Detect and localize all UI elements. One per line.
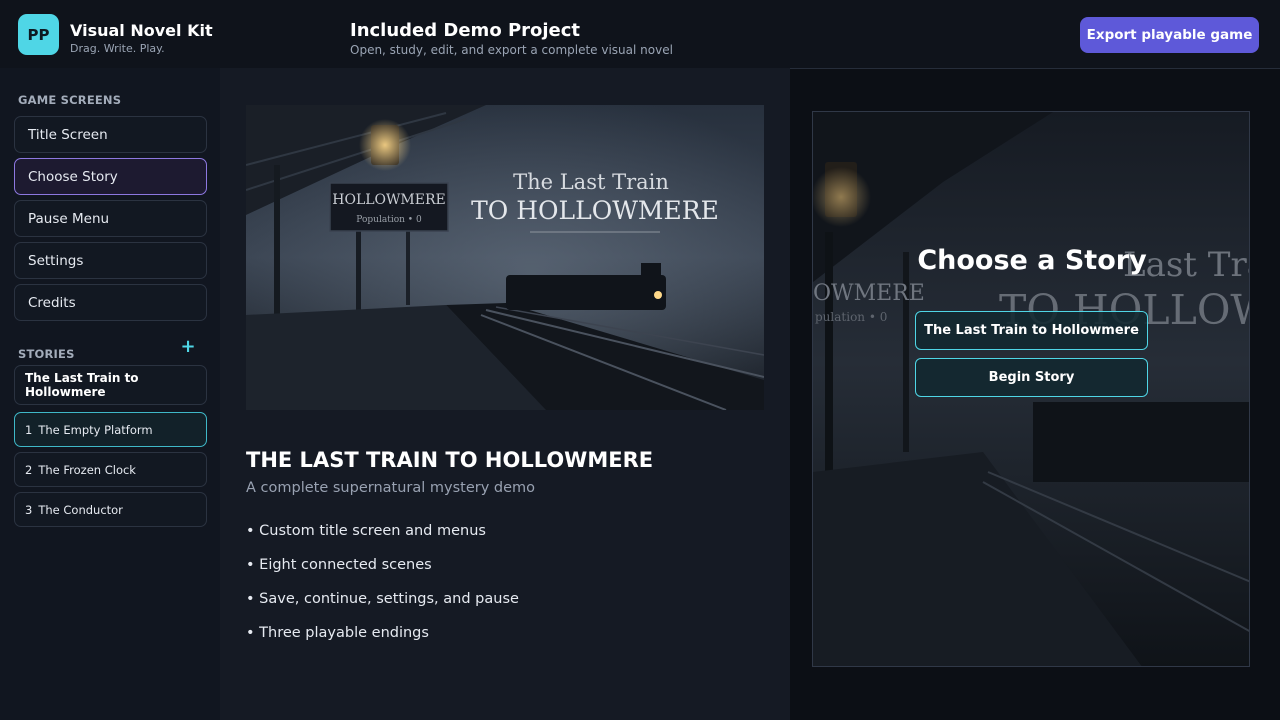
feature-item: • Eight connected scenes bbox=[246, 557, 432, 573]
export-game-button[interactable]: Export playable game bbox=[1080, 17, 1259, 53]
hero-sign-name: HOLLOWMERE bbox=[332, 192, 445, 208]
main-content: HOLLOWMERE Population • 0 The Last Train… bbox=[220, 68, 790, 720]
scene-label: The Conductor bbox=[38, 502, 123, 517]
screen-item-settings[interactable]: Settings bbox=[14, 242, 207, 279]
story-item[interactable]: The Last Train to Hollowmere bbox=[14, 365, 207, 405]
sidebar: GAME SCREENS Title Screen Choose Story P… bbox=[0, 68, 220, 720]
story-select-button[interactable]: The Last Train to Hollowmere bbox=[915, 311, 1148, 350]
scene-label: The Frozen Clock bbox=[38, 462, 136, 477]
preview-bg-sign-sub: pulation • 0 bbox=[815, 310, 887, 324]
feature-item: • Save, continue, settings, and pause bbox=[246, 591, 519, 607]
app-header: PP Visual Novel Kit Drag. Write. Play. I… bbox=[0, 0, 1280, 68]
project-subtitle: Open, study, edit, and export a complete… bbox=[350, 43, 673, 57]
feature-item: • Custom title screen and menus bbox=[246, 523, 486, 539]
project-title: Included Demo Project bbox=[350, 20, 581, 41]
preview-bg-sign-name: OWMERE bbox=[813, 281, 925, 306]
begin-story-button[interactable]: Begin Story bbox=[915, 358, 1148, 397]
app-subtitle: Drag. Write. Play. bbox=[70, 42, 165, 55]
scene-item[interactable]: 3 The Conductor bbox=[14, 492, 207, 527]
scene-number: 3 bbox=[25, 502, 33, 517]
game-screens-label: GAME SCREENS bbox=[18, 93, 122, 107]
scene-number: 2 bbox=[25, 462, 33, 477]
feature-item: • Three playable endings bbox=[246, 625, 429, 641]
stories-label: STORIES bbox=[18, 347, 75, 361]
story-subheading: A complete supernatural mystery demo bbox=[246, 480, 536, 496]
hero-title-line1: The Last Train bbox=[513, 170, 669, 194]
scene-item[interactable]: 1 The Empty Platform bbox=[14, 412, 207, 447]
add-story-button[interactable]: + bbox=[180, 338, 196, 356]
preview-title: Choose a Story bbox=[917, 245, 1147, 276]
app-logo: PP bbox=[18, 14, 59, 55]
screen-item-choose-story[interactable]: Choose Story bbox=[14, 158, 207, 195]
preview-panel: OWMERE pulation • 0 Last Tra TO HOLLOW C… bbox=[790, 68, 1280, 720]
screen-item-pause-menu[interactable]: Pause Menu bbox=[14, 200, 207, 237]
scene-number: 1 bbox=[25, 422, 33, 437]
hero-title-line2: TO HOLLOWMERE bbox=[471, 196, 719, 225]
story-heading: THE LAST TRAIN TO HOLLOWMERE bbox=[246, 448, 654, 472]
scene-label: The Empty Platform bbox=[38, 422, 153, 437]
game-preview: OWMERE pulation • 0 Last Tra TO HOLLOW C… bbox=[812, 111, 1250, 667]
scene-item[interactable]: 2 The Frozen Clock bbox=[14, 452, 207, 487]
hero-sign-sub: Population • 0 bbox=[356, 215, 422, 225]
screen-item-title-screen[interactable]: Title Screen bbox=[14, 116, 207, 153]
story-cover-image: HOLLOWMERE Population • 0 The Last Train… bbox=[246, 105, 764, 410]
screen-item-credits[interactable]: Credits bbox=[14, 284, 207, 321]
app-title: Visual Novel Kit bbox=[70, 21, 213, 40]
